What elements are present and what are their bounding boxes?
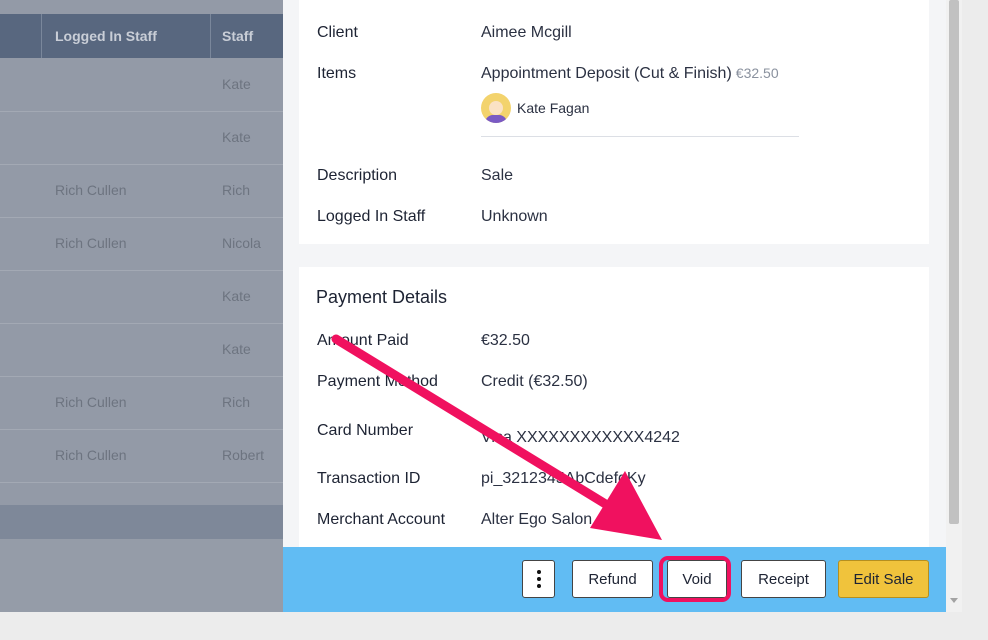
cell-staff: Nicola: [222, 235, 261, 251]
cell-staff: Rich: [222, 182, 251, 198]
cell-logged-in-staff: Rich Cullen: [55, 447, 127, 463]
drawer-action-bar: Refund Void Receipt Edit Sale: [283, 547, 946, 612]
merchant-account-label: Merchant Account: [317, 511, 446, 528]
table-row-partial: [0, 482, 300, 505]
logged-in-staff-label: Logged In Staff: [317, 208, 426, 225]
item-name: Appointment Deposit (Cut & Finish): [481, 65, 732, 82]
sale-summary-card: Client Aimee Mcgill Items Appointment De…: [299, 0, 929, 244]
item-staff-name: Kate Fagan: [517, 100, 590, 116]
cell-logged-in-staff: Rich Cullen: [55, 182, 127, 198]
page-background: [0, 539, 300, 612]
cell-staff: Kate: [222, 129, 251, 145]
payment-details-title: Payment Details: [316, 287, 448, 307]
cell-staff: Kate: [222, 288, 251, 304]
cell-staff: Robert: [222, 447, 265, 463]
table-row[interactable]: Kate: [0, 58, 300, 112]
scroll-down-icon[interactable]: [950, 598, 958, 603]
merchant-account-value: Alter Ego Salon: [481, 511, 593, 528]
item-staff: Kate Fagan: [481, 92, 589, 124]
table-footer: [0, 505, 300, 539]
cell-staff: Kate: [222, 341, 251, 357]
amount-paid-label: Amount Paid: [317, 332, 409, 349]
cell-staff: Rich: [222, 394, 251, 410]
table-row[interactable]: Rich Cullen Rich: [0, 376, 300, 430]
column-header-staff[interactable]: Staff: [222, 14, 253, 58]
amount-paid-value: €32.50: [481, 332, 530, 349]
receipt-button[interactable]: Receipt: [741, 560, 826, 598]
table-header: Logged In Staff Staff: [0, 14, 300, 58]
card-number-value: Visa XXXXXXXXXXXX4242: [481, 429, 680, 446]
payment-method-label: Payment Method: [317, 373, 438, 390]
column-header-logged-in-staff[interactable]: Logged In Staff: [55, 14, 157, 58]
edit-sale-button[interactable]: Edit Sale: [838, 560, 929, 598]
items-label: Items: [317, 65, 357, 82]
sales-table-background: Logged In Staff Staff Kate Kate Rich Cul…: [0, 0, 300, 612]
refund-button[interactable]: Refund: [572, 560, 653, 598]
scrollbar[interactable]: [946, 0, 962, 612]
cell-logged-in-staff: Rich Cullen: [55, 235, 127, 251]
more-options-button[interactable]: [522, 560, 555, 598]
sale-details-drawer: Client Aimee Mcgill Items Appointment De…: [283, 0, 946, 547]
column-divider: [210, 14, 211, 58]
description-label: Description: [317, 167, 398, 184]
table-row[interactable]: Kate: [0, 270, 300, 324]
table-row[interactable]: Rich Cullen Rich: [0, 164, 300, 218]
cell-staff: Kate: [222, 76, 251, 92]
table-row[interactable]: Kate: [0, 111, 300, 165]
card-number-label: Card Number: [317, 422, 414, 439]
divider: [481, 136, 799, 137]
client-value[interactable]: Aimee Mcgill: [481, 24, 572, 42]
table-row[interactable]: Rich Cullen Robert: [0, 429, 300, 483]
description-value: Sale: [481, 167, 514, 184]
scrollbar-thumb[interactable]: [949, 0, 959, 524]
item-price: €32.50: [735, 65, 779, 81]
client-label: Client: [317, 24, 358, 41]
payment-method-value: Credit (€32.50): [481, 373, 588, 390]
transaction-id-label: Transaction ID: [317, 470, 421, 487]
column-divider: [41, 14, 42, 58]
table-row[interactable]: Rich Cullen Nicola: [0, 217, 300, 271]
logged-in-staff-value: Unknown: [481, 208, 548, 225]
cell-logged-in-staff: Rich Cullen: [55, 394, 127, 410]
staff-avatar: [481, 93, 511, 123]
payment-details-card: Payment Details Amount Paid €32.50 Payme…: [299, 267, 929, 547]
kebab-icon: [536, 570, 541, 588]
table-row[interactable]: Kate: [0, 323, 300, 377]
item-line: Appointment Deposit (Cut & Finish) €32.50: [481, 65, 779, 83]
void-button[interactable]: Void: [667, 560, 727, 598]
transaction-id-value: pi_3212345AbCdefgKy: [481, 470, 646, 487]
